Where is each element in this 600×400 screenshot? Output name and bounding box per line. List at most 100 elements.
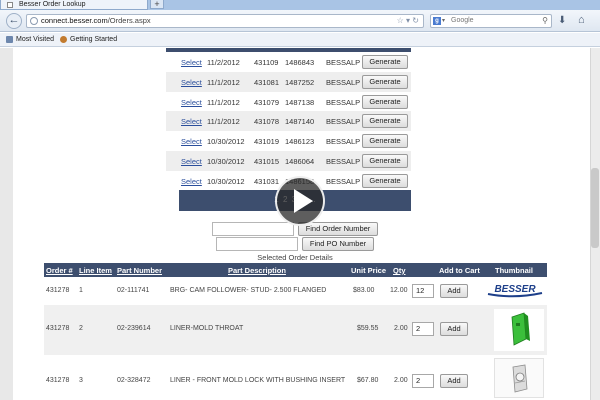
search-bar[interactable]: g ▾ Google ⚲ (430, 14, 552, 28)
cell-order: 431081 (254, 77, 280, 87)
cell-number: 1487140 (285, 117, 315, 127)
select-link[interactable]: Select (181, 117, 202, 126)
generate-button[interactable]: Generate (362, 173, 408, 188)
add-to-cart-button[interactable]: Add (440, 374, 468, 388)
generate-button[interactable]: Generate (362, 55, 408, 69)
generate-button[interactable]: Generate (362, 134, 408, 149)
page-scrollbar[interactable] (590, 48, 600, 400)
cell-line: 3 (79, 377, 83, 384)
scrollbar-thumb[interactable] (591, 168, 599, 248)
add-to-cart-button[interactable]: Add (440, 284, 468, 298)
cell-description: BRG- CAM FOLLOWER- STUD- 2.500 FLANGED (170, 287, 327, 294)
cell-date: 11/1/2012 (207, 97, 240, 107)
url-host: connect.besser.com (41, 16, 108, 25)
play-icon[interactable] (275, 176, 325, 226)
order-row: Select 10/30/2012 431015 1486064 BESSALP Gene… (166, 151, 411, 171)
add-to-cart-button[interactable]: Add (440, 322, 468, 336)
cell-order: 431079 (254, 97, 280, 107)
col-order[interactable]: Order # (46, 266, 73, 275)
logo-text: BESSER (494, 284, 536, 295)
col-price: Unit Price (351, 266, 387, 275)
chevron-down-icon[interactable]: ▾ (442, 15, 445, 27)
cell-description: LINER-MOLD THROAT (170, 325, 244, 332)
bookmark-folder-icon (6, 36, 13, 43)
page-icon (7, 2, 13, 8)
col-description[interactable]: Part Description (228, 266, 286, 275)
order-row: Select 11/1/2012 431081 1487252 BESSALP Gener… (166, 71, 411, 92)
generate-button[interactable]: Generate (362, 154, 408, 168)
select-link[interactable]: Select (181, 78, 202, 87)
cell-order: 431031 (254, 176, 280, 186)
quantity-input[interactable]: 2 (412, 322, 434, 336)
cell-customer: BESSALP (326, 97, 361, 107)
select-link[interactable]: Select (181, 58, 202, 67)
besser-logo-thumbnail[interactable]: BESSER (486, 281, 544, 299)
search-icon[interactable]: ⚲ (542, 15, 548, 27)
cell-date: 11/1/2012 (207, 77, 240, 87)
cell-order: 431015 (254, 157, 280, 166)
tab-orders[interactable]: Besser Order Lookup (0, 0, 148, 10)
cell-customer: BESSALP (326, 137, 361, 147)
tab-title: Besser Order Lookup (19, 1, 86, 8)
cell-date: 11/1/2012 (207, 117, 240, 127)
cell-description: LINER - FRONT MOLD LOCK WITH BUSHING INS… (170, 377, 346, 384)
back-arrow-icon[interactable]: ← (6, 13, 22, 29)
order-row: Select 11/1/2012 431078 1487140 BESSALP Gener… (166, 111, 411, 132)
select-link[interactable]: Select (181, 177, 202, 186)
cell-part: 02-239614 (117, 325, 151, 332)
cell-date: 10/30/2012 (207, 176, 245, 186)
cell-customer: BESSALP (326, 77, 361, 87)
detail-row: 431278 2 02-239614 LINER-MOLD THROAT $59… (44, 305, 547, 355)
google-icon: g (433, 17, 441, 25)
cell-number: 1486123 (285, 137, 315, 147)
bookmark-most-visited[interactable]: Most Visited (6, 33, 54, 46)
details-caption: Selected Order Details (257, 253, 333, 262)
home-icon[interactable]: ⌂ (578, 14, 585, 26)
new-tab-button[interactable]: + (150, 0, 164, 9)
cell-qty: 12.00 (390, 287, 408, 294)
find-po-button[interactable]: Find PO Number (302, 237, 374, 251)
cell-price: $59.55 (357, 325, 379, 332)
cell-number: 1486843 (285, 58, 315, 67)
col-line[interactable]: Line Item (79, 266, 112, 275)
cell-qty: 2.00 (394, 377, 408, 384)
cell-order: 431278 (46, 287, 70, 294)
tab-strip: Besser Order Lookup + (0, 0, 600, 10)
globe-icon (30, 17, 38, 25)
order-number-input[interactable] (212, 222, 294, 236)
cell-order: 431109 (254, 58, 279, 67)
bookmark-label: Getting Started (70, 36, 118, 43)
select-link[interactable]: Select (181, 137, 202, 146)
col-qty[interactable]: Qty (393, 266, 406, 275)
cell-date: 11/2/2012 (207, 58, 240, 67)
cell-date: 10/30/2012 (207, 157, 245, 166)
bookmarks-bar: Most Visited Getting Started (0, 33, 600, 47)
find-order-button[interactable]: Find Order Number (298, 222, 378, 236)
generate-button[interactable]: Generate (362, 74, 408, 89)
col-part-number[interactable]: Part Number (117, 266, 162, 275)
metal-lock-thumbnail[interactable] (494, 358, 544, 398)
address-bar[interactable]: connect.besser.com/Orders.aspx ☆ ▾ ↻ (26, 14, 424, 28)
po-number-input[interactable] (216, 237, 298, 251)
details-header: Order # Line Item Part Number Part Descr… (44, 263, 547, 277)
generate-button[interactable]: Generate (362, 114, 408, 129)
detail-row: 431278 3 02-328472 LINER - FRONT MOLD LO… (44, 355, 547, 400)
col-thumb: Thumbnail (495, 266, 533, 275)
cell-order: 431019 (254, 137, 280, 147)
cell-order: 431278 (46, 325, 70, 332)
bookmark-getting-started[interactable]: Getting Started (60, 33, 117, 46)
detail-row: 431278 1 02-111741 BRG- CAM FOLLOWER- ST… (44, 277, 547, 305)
select-link[interactable]: Select (181, 157, 202, 166)
select-link[interactable]: Select (181, 98, 202, 107)
green-liner-thumbnail[interactable] (494, 309, 544, 351)
generate-button[interactable]: Generate (362, 94, 408, 109)
cell-price: $83.00 (353, 287, 375, 294)
star-icon[interactable]: ☆ ▾ ↻ (397, 15, 419, 27)
quantity-input[interactable]: 12 (412, 284, 434, 298)
cell-customer: BESSALP (326, 117, 361, 127)
cell-customer: BESSALP (326, 58, 361, 67)
cell-line: 2 (79, 325, 83, 332)
quantity-input[interactable]: 2 (412, 374, 434, 388)
cell-date: 10/30/2012 (207, 137, 245, 147)
download-icon[interactable]: ⬇ (558, 15, 566, 26)
